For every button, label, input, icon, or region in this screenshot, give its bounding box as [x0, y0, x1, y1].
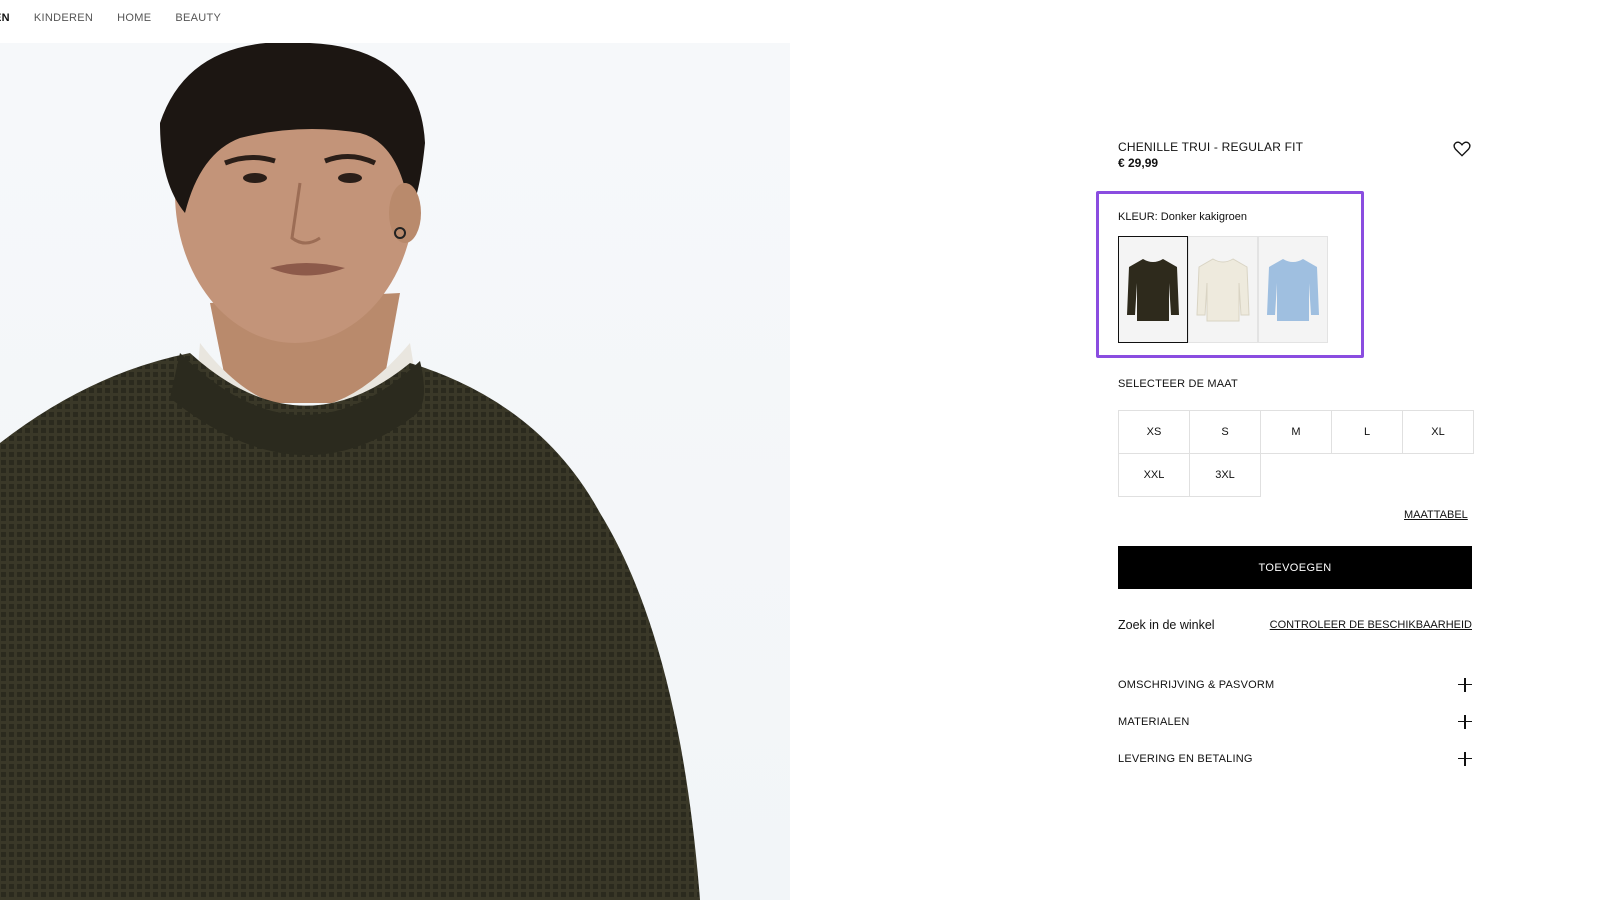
sweater-thumbnail-dark	[1127, 258, 1179, 321]
check-availability-link[interactable]: CONTROLEER DE BESCHIKBAARHEID	[1270, 619, 1472, 631]
nav-item-kinderen[interactable]: KINDEREN	[34, 12, 93, 24]
sweater-thumbnail-cream	[1196, 257, 1250, 321]
size-option-xs[interactable]: XS	[1118, 410, 1190, 454]
top-navigation: EN KINDEREN HOME BEAUTY	[0, 8, 245, 28]
nav-item-heren[interactable]: EN	[0, 12, 10, 24]
accordion-materials[interactable]: MATERIALEN	[1118, 703, 1472, 740]
size-option-xl[interactable]: XL	[1402, 410, 1474, 454]
model-photo-illustration	[0, 43, 700, 900]
size-grid: XS S M L XL XXL 3XL	[1118, 410, 1474, 497]
size-option-xxl[interactable]: XXL	[1118, 453, 1190, 497]
accordion-delivery[interactable]: LEVERING EN BETALING	[1118, 740, 1472, 777]
heart-icon[interactable]	[1452, 139, 1472, 159]
add-to-bag-button[interactable]: TOEVOEGEN	[1118, 546, 1472, 589]
accordion-description[interactable]: OMSCHRIJVING & PASVORM	[1118, 666, 1472, 703]
product-image	[0, 43, 790, 900]
size-option-l[interactable]: L	[1331, 410, 1403, 454]
size-chart-link[interactable]: MAATTABEL	[1404, 509, 1468, 521]
size-option-m[interactable]: M	[1260, 410, 1332, 454]
nav-item-home[interactable]: HOME	[117, 12, 151, 24]
product-info-panel: CHENILLE TRUI - REGULAR FIT € 29,99	[1118, 140, 1472, 170]
swatch-cream[interactable]	[1188, 236, 1258, 343]
title-row: CHENILLE TRUI - REGULAR FIT € 29,99	[1118, 140, 1472, 170]
size-label: SELECTEER DE MAAT	[1118, 378, 1238, 390]
store-label: Zoek in de winkel	[1118, 618, 1215, 632]
product-price: € 29,99	[1118, 156, 1159, 170]
plus-icon	[1458, 677, 1472, 692]
sweater-thumbnail-blue	[1267, 258, 1319, 321]
accordion-label: OMSCHRIJVING & PASVORM	[1118, 678, 1275, 691]
swatch-light-blue[interactable]	[1258, 236, 1328, 343]
nav-item-beauty[interactable]: BEAUTY	[175, 12, 221, 24]
product-title: CHENILLE TRUI - REGULAR FIT	[1118, 140, 1304, 154]
store-availability-row: Zoek in de winkel CONTROLEER DE BESCHIKB…	[1118, 618, 1472, 632]
accordion-label: MATERIALEN	[1118, 715, 1190, 728]
color-swatches	[1118, 236, 1328, 343]
size-option-s[interactable]: S	[1189, 410, 1261, 454]
product-accordion: OMSCHRIJVING & PASVORM MATERIALEN LEVERI…	[1118, 666, 1472, 777]
plus-icon	[1458, 751, 1472, 766]
plus-icon	[1458, 714, 1472, 729]
color-label: KLEUR: Donker kakigroen	[1118, 211, 1248, 223]
size-option-3xl[interactable]: 3XL	[1189, 453, 1261, 497]
swatch-dark-khaki[interactable]	[1118, 236, 1188, 343]
accordion-label: LEVERING EN BETALING	[1118, 752, 1253, 765]
